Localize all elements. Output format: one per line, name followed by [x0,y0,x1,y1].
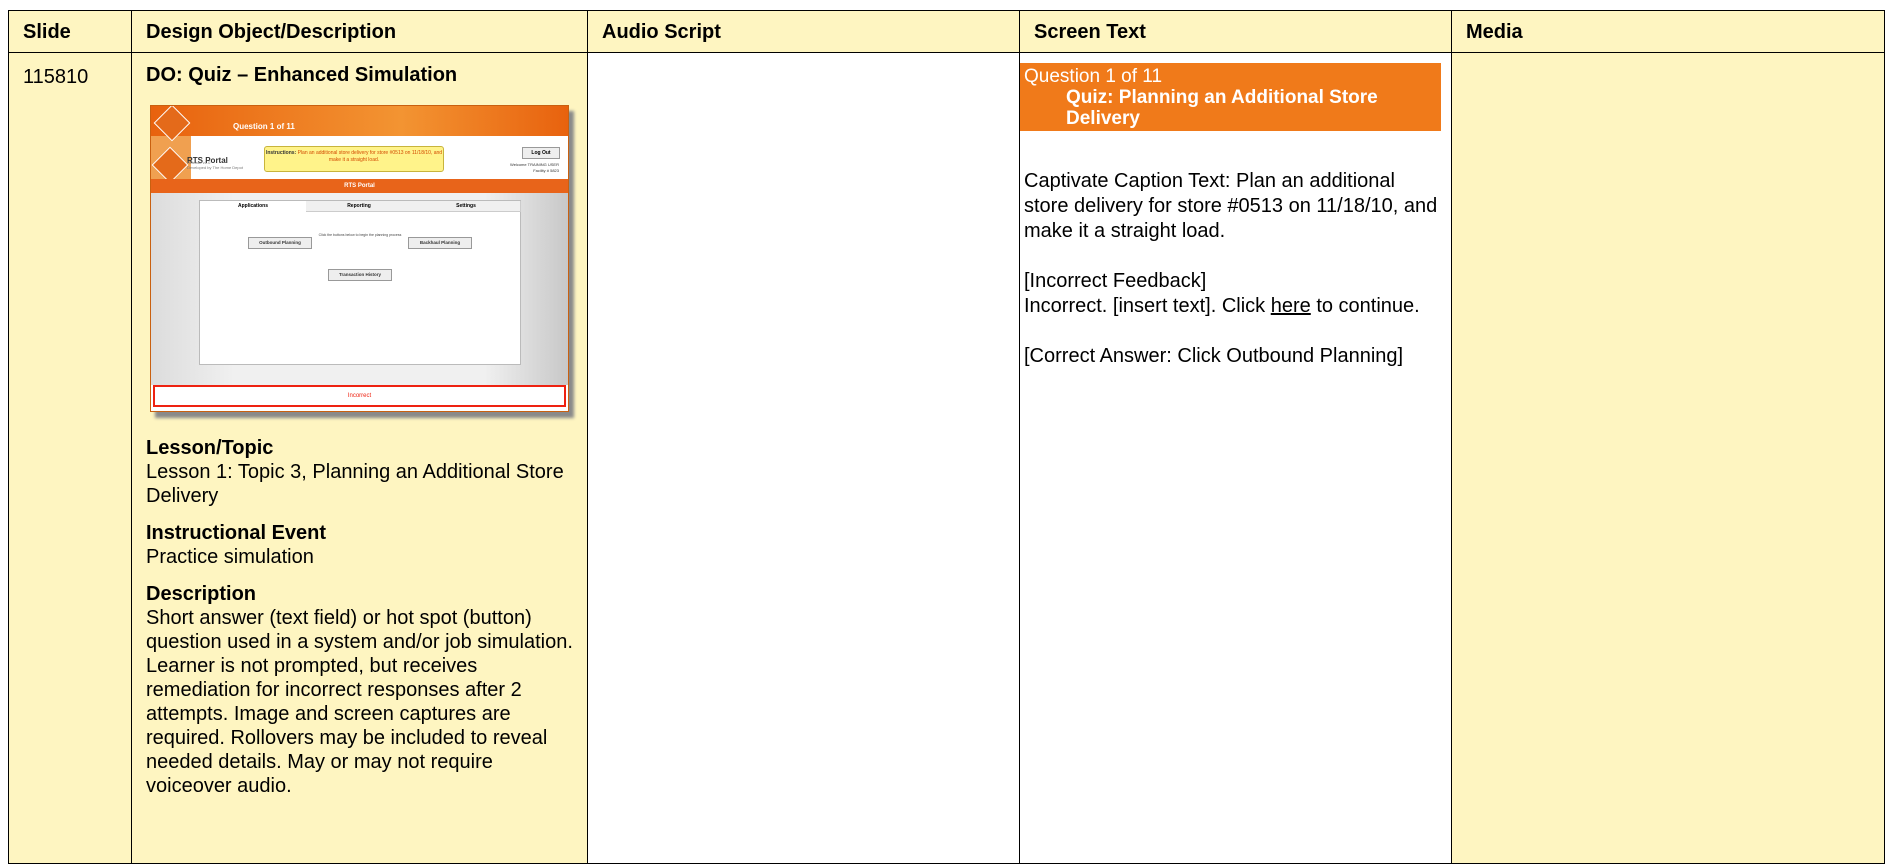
continue-link[interactable]: here [1271,295,1311,317]
thumbnail-transaction-history-button: Transaction History [328,269,392,281]
thumbnail-backhaul-planning-button: Backhaul Planning [408,237,472,249]
thumbnail-tab-applications: Applications [200,201,307,211]
thumbnail-tab-reporting: Reporting [306,201,413,212]
instructional-event-section: Instructional Event Practice simulation [146,521,573,569]
table-row: 115810 DO: Quiz – Enhanced Simulation Qu… [8,52,1885,864]
lesson-topic-heading: Lesson/Topic [146,437,274,459]
header-slide: Slide [8,10,132,53]
thumbnail-header-bar [151,106,568,136]
thumbnail-panel: Applications Reporting Settings Click th… [199,200,521,365]
screen-text-cell: Question 1 of 11 Quiz: Planning an Addit… [1019,52,1452,864]
lesson-topic-text: Lesson 1: Topic 3, Planning an Additiona… [146,461,564,507]
slide-cell: 115810 [8,52,132,864]
design-cell: DO: Quiz – Enhanced Simulation Question … [131,52,588,864]
media-cell [1451,52,1885,864]
header-media: Media [1451,10,1885,53]
incorrect-feedback-text: Incorrect. [insert text]. Click here to … [1024,295,1420,317]
thumbnail-instructions-text: Plan an additional store delivery for st… [297,150,443,163]
thumbnail-instructions-box: Instructions: Plan an additional store d… [264,146,444,172]
caption-text: Captivate Caption Text: Plan an addition… [1024,170,1438,242]
quiz-screenshot-thumbnail: Question 1 of 11 RTS Portal Release v1.0… [150,105,569,412]
correct-answer-text: [Correct Answer: Click Outbound Planning… [1024,345,1404,367]
description-section: Description Short answer (text field) or… [146,582,573,798]
instructional-event-heading: Instructional Event [146,522,327,544]
description-heading: Description [146,583,257,605]
header-row: Slide Design Object/Description Audio Sc… [8,10,1885,53]
header-screen-text: Screen Text [1019,10,1452,53]
header-audio: Audio Script [587,10,1020,53]
quiz-question-count: Question 1 of 11 [1024,66,1163,87]
description-text: Short answer (text field) or hot spot (b… [146,607,573,797]
thumbnail-incorrect-feedback: Incorrect [153,385,566,407]
storyboard-table: Slide Design Object/Description Audio Sc… [8,10,1885,864]
thumbnail-question-label: Question 1 of 11 [233,122,295,131]
incorrect-feedback-heading: [Incorrect Feedback] [1024,270,1207,292]
thumbnail-logout-button: Log Out [522,147,560,159]
thumbnail-instructions-label: Instructions: [265,150,297,156]
thumbnail-tab-settings: Settings [412,201,521,212]
lesson-topic-section: Lesson/Topic Lesson 1: Topic 3, Planning… [146,436,573,508]
thumbnail-developer: Developed by The Home Depot [187,165,243,170]
quiz-title: Quiz: Planning an Additional Store Deliv… [1066,87,1378,129]
header-design: Design Object/Description [131,10,588,53]
quiz-question-banner: Question 1 of 11 Quiz: Planning an Addit… [1020,63,1441,131]
thumbnail-portal-bar: RTS Portal [151,179,568,193]
thumbnail-facility: Facility # 5823 [533,168,559,173]
slide-number: 115810 [23,66,89,88]
thumbnail-outbound-planning-button: Outbound Planning [248,237,312,249]
design-object-title: DO: Quiz – Enhanced Simulation [146,64,458,86]
audio-script-cell [587,52,1020,864]
instructional-event-text: Practice simulation [146,546,314,568]
